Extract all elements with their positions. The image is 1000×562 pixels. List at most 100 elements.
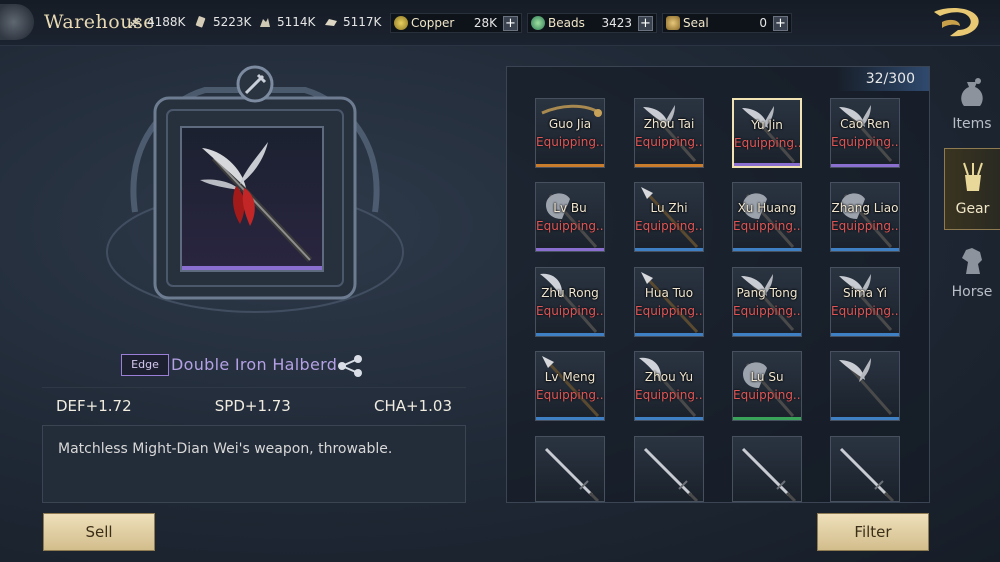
slot-owner-name: Guo Jia — [548, 117, 592, 131]
sword-icon — [544, 447, 600, 501]
inventory-slot[interactable]: Zhou Tai Equipping... — [634, 98, 704, 168]
slot-status: Equipping... — [635, 219, 703, 233]
halberd-icon — [742, 106, 796, 163]
slot-status: Equipping... — [635, 304, 703, 318]
quality-bar — [182, 266, 322, 270]
slot-status: Equipping... — [831, 219, 899, 233]
spear-icon — [641, 272, 699, 334]
slot-quality-bar — [635, 333, 703, 336]
tab-items[interactable]: Items — [944, 64, 1000, 146]
inventory-slot[interactable]: Yu Jin Equipping... — [732, 98, 802, 168]
slot-quality-bar — [733, 333, 801, 336]
halberd-icon — [839, 274, 893, 331]
seal-icon — [666, 16, 680, 30]
stat-cha: CHA+1.03 — [374, 396, 452, 415]
glaive-icon — [639, 357, 697, 417]
inventory-slot[interactable]: Xu Huang Equipping... — [732, 182, 802, 252]
slot-status: Equipping... — [733, 304, 801, 318]
selected-item-image — [180, 126, 324, 272]
add-beads-button[interactable]: + — [638, 16, 653, 31]
slot-owner-name: Zhang Liao — [831, 201, 899, 215]
slot-owner-name: Yu Jin — [751, 118, 783, 132]
tab-label: Horse — [951, 284, 993, 300]
axe-icon — [841, 193, 893, 248]
resource-grain: 4188K — [128, 15, 185, 29]
slot-status: Equipping... — [831, 304, 899, 318]
beads-icon — [531, 16, 545, 30]
inventory-slot[interactable] — [830, 351, 900, 421]
inventory-slot[interactable]: Lv Bu Equipping... — [535, 182, 605, 252]
item-name: Double Iron Halberd — [171, 355, 338, 374]
resource-wood: 5223K — [194, 15, 251, 29]
inventory-slot[interactable] — [830, 436, 900, 502]
inventory-slot[interactable]: Guo Jia Equipping... — [535, 98, 605, 168]
tab-label: Gear — [955, 201, 990, 217]
inventory-slot[interactable]: Sima Yi Equipping... — [830, 267, 900, 337]
stone-icon — [260, 18, 270, 27]
halberd-icon — [839, 105, 893, 162]
slot-status: Equipping... — [536, 135, 604, 149]
filter-button[interactable]: Filter — [817, 513, 929, 551]
pouch-icon — [961, 78, 983, 106]
slot-owner-name: Lu Su — [750, 370, 784, 384]
inventory-slot[interactable]: Zhou Yu Equipping... — [634, 351, 704, 421]
back-ornament-icon[interactable] — [0, 4, 34, 40]
currency-value: 3423 — [601, 16, 632, 30]
resource-value: 5223K — [213, 15, 252, 29]
slot-status: Equipping... — [536, 304, 604, 318]
inventory-slot[interactable]: Hua Tuo Equipping... — [634, 267, 704, 337]
slot-quality-bar — [536, 333, 604, 336]
horse-icon — [962, 248, 982, 274]
dragon-logo-icon[interactable] — [928, 4, 984, 42]
resource-value: 4188K — [147, 15, 186, 29]
stat-spd: SPD+1.73 — [214, 396, 291, 415]
inventory-count: 32/300 — [837, 67, 929, 91]
sword-icon — [741, 447, 797, 501]
axe-icon — [743, 362, 795, 417]
slot-owner-name: Zhu Rong — [541, 286, 599, 300]
inventory-slot[interactable]: Cao Ren Equipping... — [830, 98, 900, 168]
glaive-icon — [540, 273, 598, 333]
resource-iron: 5117K — [324, 15, 381, 29]
slot-owner-name: Pang Tong — [736, 286, 798, 300]
slot-status: Equipping... — [733, 219, 801, 233]
inventory-slot[interactable] — [732, 436, 802, 502]
axe-icon — [743, 193, 795, 248]
slot-status: Equipping... — [734, 136, 800, 150]
inventory-slot[interactable]: Zhu Rong Equipping... — [535, 267, 605, 337]
slot-owner-name: Zhou Yu — [644, 370, 694, 384]
inventory-slot[interactable]: Zhang Liao Equipping... — [830, 182, 900, 252]
tab-horse[interactable]: Horse — [944, 232, 1000, 314]
inventory-slot[interactable] — [535, 436, 605, 502]
tab-gear[interactable]: Gear — [944, 148, 1000, 230]
spear-icon — [542, 356, 600, 418]
sword-icon — [643, 447, 699, 501]
slot-owner-name: Zhou Tai — [643, 117, 695, 131]
add-copper-button[interactable]: + — [503, 16, 518, 31]
currency-label: Seal — [683, 16, 709, 30]
sell-button[interactable]: Sell — [43, 513, 155, 551]
axe-icon — [546, 193, 598, 248]
currency-label: Beads — [548, 16, 585, 30]
slot-quality-bar — [831, 333, 899, 336]
share-icon[interactable] — [336, 354, 364, 378]
top-bar: Warehouse 4188K 5223K 5114K 5117K Copper… — [0, 0, 1000, 46]
slot-owner-name: Lv Bu — [553, 201, 587, 215]
resource-value: 5114K — [277, 15, 316, 29]
currency-label: Copper — [411, 16, 455, 30]
inventory-slot[interactable]: Lu Su Equipping... — [732, 351, 802, 421]
add-seal-button[interactable]: + — [773, 16, 788, 31]
slot-quality-bar — [733, 248, 801, 251]
inventory-slot[interactable]: Pang Tong Equipping... — [732, 267, 802, 337]
slot-owner-name: Lv Meng — [544, 370, 596, 384]
currency-beads: Beads 3423 + — [527, 13, 657, 33]
resource-value: 5117K — [343, 15, 382, 29]
inventory-slot[interactable]: Lv Meng Equipping... — [535, 351, 605, 421]
inventory-slot[interactable]: Lu Zhi Equipping... — [634, 182, 704, 252]
halberd-icon — [839, 358, 893, 415]
inventory-slot[interactable] — [634, 436, 704, 502]
item-description: Matchless Might-Dian Wei's weapon, throw… — [58, 441, 393, 457]
slot-status: Equipping... — [733, 388, 801, 402]
iron-icon — [325, 19, 337, 26]
slot-quality-bar — [635, 248, 703, 251]
